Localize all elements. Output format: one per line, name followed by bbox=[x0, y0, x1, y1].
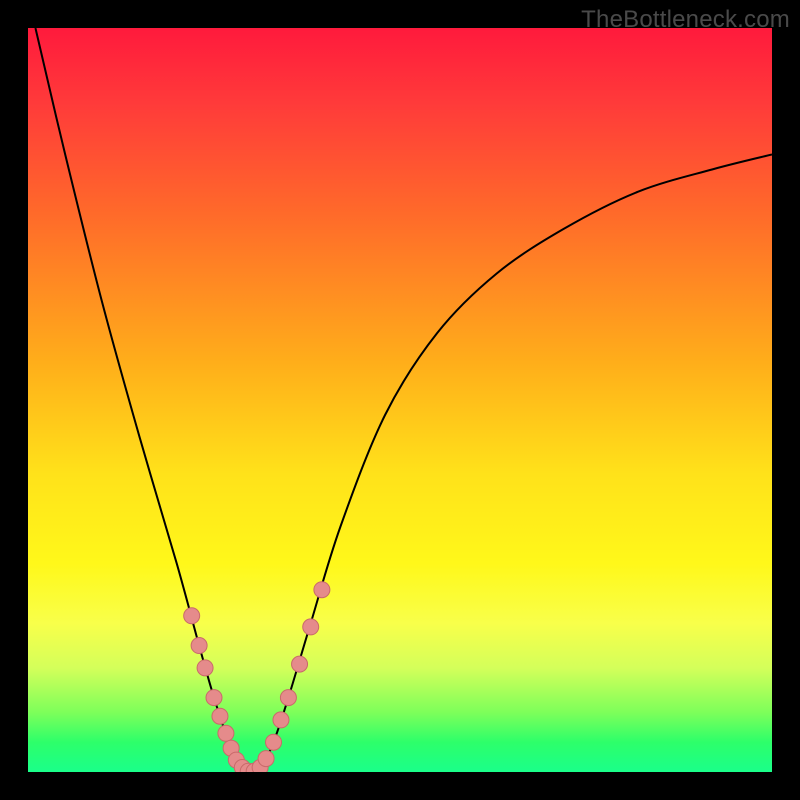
curve-marker bbox=[197, 660, 213, 676]
chart-plot-area bbox=[28, 28, 772, 772]
curve-marker bbox=[314, 582, 330, 598]
curve-markers bbox=[184, 582, 330, 772]
bottleneck-curve-path bbox=[35, 28, 772, 772]
curve-marker bbox=[206, 690, 222, 706]
curve-marker bbox=[191, 638, 207, 654]
curve-marker bbox=[303, 619, 319, 635]
watermark-text: TheBottleneck.com bbox=[581, 6, 790, 34]
curve-marker bbox=[292, 656, 308, 672]
curve-marker bbox=[212, 708, 228, 724]
chart-svg bbox=[28, 28, 772, 772]
curve-marker bbox=[184, 608, 200, 624]
curve-marker bbox=[280, 690, 296, 706]
curve-marker bbox=[258, 751, 274, 767]
curve-marker bbox=[266, 734, 282, 750]
curve-marker bbox=[273, 712, 289, 728]
curve-marker bbox=[218, 725, 234, 741]
